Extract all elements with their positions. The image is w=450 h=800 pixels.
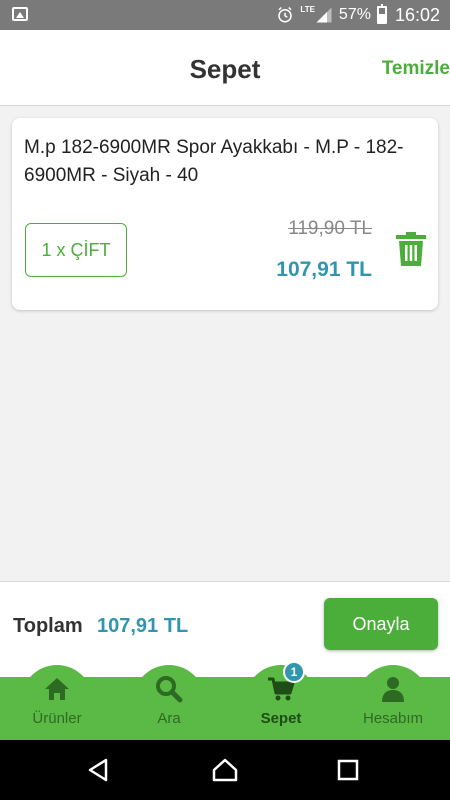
tab-label: Ürünler <box>32 710 82 727</box>
tab-label: Ara <box>157 710 181 727</box>
bottom-tab-bar: Ürünler Ara Sepet 1 Hesabım <box>0 661 450 740</box>
system-nav-bar <box>0 740 450 800</box>
tab-search[interactable]: Ara <box>133 665 205 740</box>
total-amount: 107,91 TL <box>97 615 189 637</box>
home-icon <box>45 678 69 700</box>
recents-icon[interactable] <box>335 757 361 783</box>
gallery-notification-icon <box>12 7 28 21</box>
total-bar: Toplam 107,91 TL Onayla <box>0 581 450 677</box>
quantity-button[interactable]: 1 x ÇİFT <box>25 223 127 277</box>
battery-percent: 57% <box>338 6 371 23</box>
confirm-button[interactable]: Onayla <box>324 598 438 650</box>
battery-icon <box>376 4 387 24</box>
product-name: M.p 182-6900MR Spor Ayakkabı - M.P - 182… <box>24 137 404 186</box>
app-header: Sepet Temizle <box>0 30 450 106</box>
cart-count-badge: 1 <box>283 661 305 683</box>
status-bar: LTE 57% 16:02 <box>0 0 450 30</box>
clock: 16:02 <box>394 4 440 25</box>
original-price: 119,90 TL <box>288 218 372 239</box>
search-icon <box>156 676 183 703</box>
tab-products[interactable]: Ürünler <box>21 665 93 740</box>
discounted-price: 107,91 TL <box>276 258 372 281</box>
total-label: Toplam <box>13 615 83 637</box>
home-nav-icon[interactable] <box>212 757 238 783</box>
delete-item-icon[interactable] <box>396 232 426 266</box>
tab-label: Hesabım <box>362 710 424 727</box>
back-icon[interactable] <box>86 757 112 783</box>
user-icon <box>382 677 404 702</box>
status-icons: LTE 57% 16:02 <box>276 4 440 26</box>
tab-cart[interactable]: Sepet 1 <box>245 661 317 740</box>
tab-label: Sepet <box>260 710 302 727</box>
alarm-icon <box>278 6 293 23</box>
clear-cart-button[interactable]: Temizle <box>382 58 450 80</box>
signal-icon <box>316 7 332 23</box>
tab-account[interactable]: Hesabım <box>357 665 429 740</box>
cart-item-card: M.p 182-6900MR Spor Ayakkabı - M.P - 182… <box>12 118 438 310</box>
network-type: LTE <box>300 4 315 14</box>
